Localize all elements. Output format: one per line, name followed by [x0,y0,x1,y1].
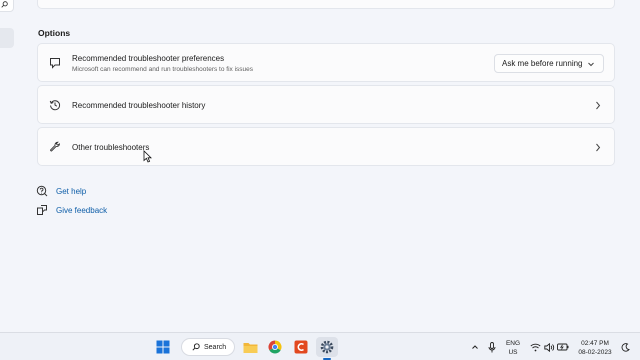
chevron-up-icon [472,345,478,349]
troubleshooter-preferences-card: Recommended troubleshooter preferences M… [37,43,615,82]
preferences-dropdown[interactable]: Ask me before running [494,54,604,73]
file-explorer-button[interactable] [241,337,259,357]
folder-icon [243,342,257,353]
dropdown-value: Ask me before running [502,59,583,68]
preferences-subtitle: Microsoft can recommend and run troubles… [72,66,254,73]
language-code: ENG [505,340,521,347]
notifications-button[interactable] [620,337,630,357]
clock[interactable]: 02:47 PM 08-02-2023 [575,339,615,357]
search-icon [192,343,200,351]
get-help-link[interactable]: Get help [36,185,86,197]
battery-charging-icon [557,343,569,351]
wrench-icon [49,141,61,153]
volume-button[interactable] [543,337,555,357]
chevron-right-icon [594,100,602,110]
nav-search-box[interactable] [0,0,14,12]
speaker-icon [543,342,554,352]
give-feedback-label: Give feedback [56,205,108,215]
nav-selected-item[interactable] [0,28,14,48]
taskbar: Search ENG US 02:47 PM 08-02-2023 [0,332,640,360]
other-troubleshooters-title: Other troubleshooters [72,143,150,152]
options-heading: Options [38,28,71,38]
settings-button[interactable] [316,337,338,357]
moon-icon [621,342,630,352]
chrome-icon [268,340,282,354]
previous-card [37,0,615,9]
chrome-button[interactable] [266,337,284,357]
battery-button[interactable] [557,337,569,357]
clock-date: 08-02-2023 [578,349,612,356]
wifi-icon [529,343,541,351]
show-hidden-icons-button[interactable] [469,337,481,357]
other-troubleshooters-card[interactable]: Other troubleshooters [37,127,615,166]
region-code: US [508,349,518,356]
history-title: Recommended troubleshooter history [72,101,206,110]
language-indicator[interactable]: ENG US [503,339,523,357]
microphone-button[interactable] [486,337,498,357]
app-icon [294,340,308,354]
start-button[interactable] [154,337,172,357]
chevron-down-icon [588,62,594,67]
taskbar-search[interactable]: Search [181,338,235,356]
wifi-button[interactable] [529,337,541,357]
search-icon [0,0,8,8]
troubleshooter-history-card[interactable]: Recommended troubleshooter history [37,85,615,124]
taskbar-search-label: Search [204,343,227,351]
give-feedback-link[interactable]: Give feedback [36,204,107,216]
help-chat-icon [36,185,48,197]
gear-icon [320,340,334,354]
red-app-button[interactable] [292,337,310,357]
clock-time: 02:47 PM [581,340,609,347]
mouse-cursor-icon [143,150,152,163]
preferences-title: Recommended troubleshooter preferences [72,54,225,63]
get-help-label: Get help [56,186,87,196]
feedback-icon [36,204,48,216]
microphone-icon [488,341,496,352]
history-icon [49,99,61,111]
windows-logo-icon [156,340,170,354]
chevron-right-icon [594,142,602,152]
chat-bubble-icon [49,57,61,69]
